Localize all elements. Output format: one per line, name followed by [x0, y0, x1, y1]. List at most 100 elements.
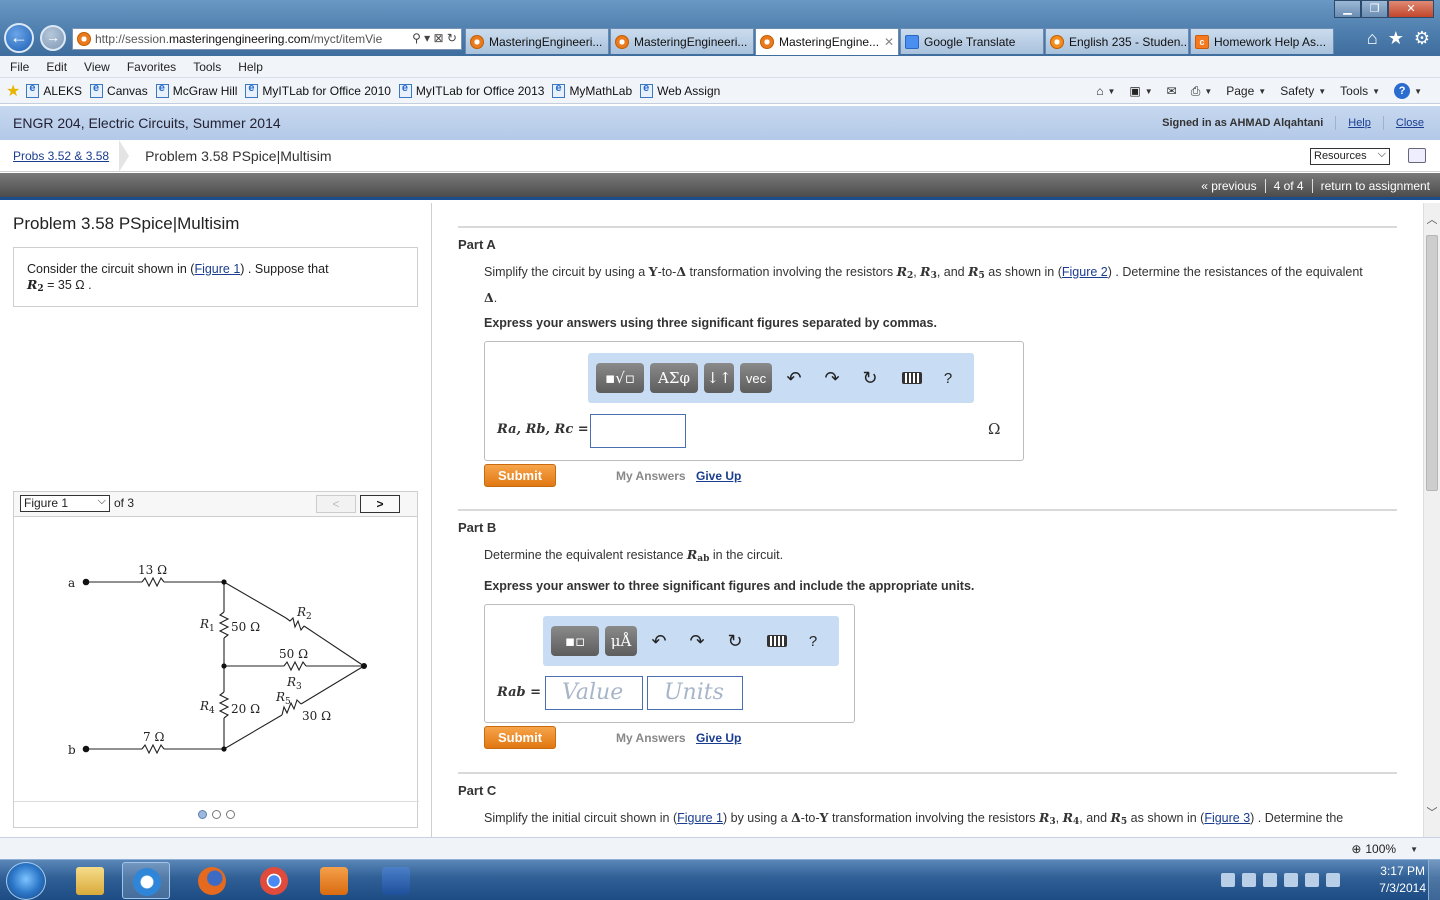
- zoom-dropdown-icon[interactable]: ▼: [1410, 845, 1418, 854]
- figure-3-link[interactable]: Figure 3: [1204, 811, 1250, 825]
- taskbar-explorer[interactable]: [66, 862, 114, 899]
- safety-menu[interactable]: Safety ▼: [1280, 84, 1326, 98]
- fav-aleks[interactable]: ALEKS: [26, 82, 82, 98]
- tray-icon-3[interactable]: [1263, 873, 1277, 887]
- menu-file[interactable]: File: [10, 60, 29, 74]
- system-clock[interactable]: 3:17 PM 7/3/2014: [1379, 863, 1426, 897]
- menu-edit[interactable]: Edit: [46, 60, 67, 74]
- menu-favorites[interactable]: Favorites: [127, 60, 176, 74]
- vertical-scrollbar[interactable]: ︿ ﹀: [1423, 203, 1440, 837]
- tab-mastering-2[interactable]: MasteringEngineeri...: [610, 28, 754, 54]
- part-a-my-answers-link[interactable]: My Answers: [616, 469, 686, 483]
- tab-google-translate[interactable]: Google Translate: [900, 28, 1044, 54]
- return-to-assignment-link[interactable]: return to assignment: [1321, 179, 1430, 193]
- undo-icon[interactable]: ↶: [643, 631, 675, 652]
- fav-webassign[interactable]: Web Assign: [640, 82, 720, 98]
- tray-icon-2[interactable]: [1242, 873, 1256, 887]
- figure-1-link[interactable]: Figure 1: [194, 262, 240, 276]
- part-b-give-up-link[interactable]: Give Up: [696, 731, 741, 745]
- close-window-icon[interactable]: ✕: [1388, 0, 1434, 18]
- restore-icon[interactable]: ❐: [1361, 0, 1388, 18]
- fav-canvas[interactable]: Canvas: [90, 82, 148, 98]
- menu-help[interactable]: Help: [238, 60, 263, 74]
- part-b-submit-button[interactable]: Submit: [484, 726, 556, 749]
- figure-dot-1[interactable]: [198, 810, 207, 819]
- part-a-submit-button[interactable]: Submit: [484, 464, 556, 487]
- feeds-icon[interactable]: ▣ ▼: [1129, 84, 1152, 98]
- figure-prev-button[interactable]: <: [316, 495, 356, 513]
- redo-icon[interactable]: ↷: [681, 631, 713, 652]
- taskbar-powershell[interactable]: [372, 862, 420, 899]
- favorites-star-icon[interactable]: ★: [6, 81, 20, 101]
- vector-button[interactable]: vec: [740, 363, 772, 393]
- keyboard-icon[interactable]: [902, 372, 922, 384]
- figure-select[interactable]: Figure 1: [20, 494, 110, 512]
- resources-dropdown[interactable]: Resources: [1310, 147, 1390, 165]
- help-link[interactable]: Help: [1348, 117, 1371, 129]
- arrows-button[interactable]: ↓↑: [704, 363, 734, 393]
- scroll-down-icon[interactable]: ﹀: [1424, 804, 1440, 821]
- zoom-control[interactable]: ⊕ 100% ▼: [1351, 842, 1418, 856]
- taskbar-firefox[interactable]: [188, 862, 236, 899]
- reset-icon[interactable]: ↻: [719, 631, 751, 652]
- toolbar-help-button[interactable]: ?: [932, 370, 964, 387]
- units-button[interactable]: μÅ: [605, 626, 637, 656]
- templates-sqrt-icon[interactable]: ▪√▫: [596, 363, 644, 393]
- show-desktop-button[interactable]: [1428, 860, 1440, 900]
- fav-myitlab-2013[interactable]: MyITLab for Office 2013: [398, 82, 544, 98]
- home-icon[interactable]: ⌂: [1367, 28, 1378, 49]
- taskbar-media-player[interactable]: [310, 862, 358, 899]
- minimize-icon[interactable]: ▁: [1334, 0, 1361, 18]
- part-b-units-input[interactable]: Units: [647, 676, 743, 710]
- forward-button[interactable]: →: [40, 25, 66, 51]
- mail-icon[interactable]: ✉: [1167, 84, 1177, 98]
- network-icon[interactable]: [1305, 873, 1319, 887]
- tab-mastering-active[interactable]: MasteringEngine... ✕: [755, 28, 899, 55]
- figure-2-link[interactable]: Figure 2: [1062, 265, 1108, 279]
- tools-menu[interactable]: Tools ▼: [1340, 84, 1380, 98]
- part-a-give-up-link[interactable]: Give Up: [696, 469, 741, 483]
- tab-close-icon[interactable]: ✕: [881, 35, 894, 49]
- print-cmd-icon[interactable]: ⎙ ▼: [1191, 84, 1213, 99]
- part-b-value-input[interactable]: Value: [545, 676, 643, 710]
- figure-next-button[interactable]: >: [360, 495, 400, 513]
- toolbar-help-button[interactable]: ?: [797, 633, 829, 650]
- fav-myitlab-2010[interactable]: MyITLab for Office 2010: [245, 82, 391, 98]
- fav-mymathlab[interactable]: MyMathLab: [552, 82, 632, 98]
- figure-dot-2[interactable]: [212, 810, 221, 819]
- tab-mastering-1[interactable]: MasteringEngineeri...: [465, 28, 609, 54]
- taskbar-internet-explorer[interactable]: [122, 862, 170, 899]
- address-bar[interactable]: http://session.masteringengineering.com/…: [72, 28, 462, 50]
- close-link[interactable]: Close: [1396, 117, 1424, 129]
- figure-dot-3[interactable]: [226, 810, 235, 819]
- start-button[interactable]: [6, 862, 46, 900]
- previous-link[interactable]: « previous: [1201, 179, 1256, 193]
- home-cmd-icon[interactable]: ⌂ ▼: [1096, 84, 1115, 98]
- volume-icon[interactable]: [1326, 873, 1340, 887]
- templates-icon[interactable]: ▪▫: [551, 626, 599, 656]
- page-menu[interactable]: Page ▼: [1226, 84, 1266, 98]
- tab-english-235[interactable]: English 235 - Studen...: [1045, 28, 1189, 54]
- keyboard-icon[interactable]: [767, 635, 787, 647]
- settings-gear-icon[interactable]: ⚙: [1414, 28, 1430, 49]
- back-button[interactable]: ←: [4, 23, 34, 53]
- menu-view[interactable]: View: [84, 60, 110, 74]
- undo-icon[interactable]: ↶: [778, 368, 810, 389]
- favorites-star-icon[interactable]: ★: [1388, 28, 1404, 49]
- part-b-my-answers-link[interactable]: My Answers: [616, 731, 686, 745]
- print-icon[interactable]: [1408, 148, 1426, 163]
- redo-icon[interactable]: ↷: [816, 368, 848, 389]
- taskbar-chrome[interactable]: [250, 862, 298, 899]
- action-center-flag-icon[interactable]: [1284, 873, 1298, 887]
- greek-symbols-button[interactable]: ΑΣφ: [650, 363, 698, 393]
- address-search-icon[interactable]: ⚲ ▾ ⊠ ↻: [408, 31, 457, 45]
- help-menu-icon[interactable]: ? ▼: [1394, 83, 1422, 99]
- reset-icon[interactable]: ↻: [854, 368, 886, 389]
- part-a-answer-input[interactable]: [590, 414, 686, 448]
- tray-icon-1[interactable]: [1221, 873, 1235, 887]
- tab-homework-help[interactable]: c Homework Help As...: [1190, 28, 1334, 54]
- figure-1-link-part-c[interactable]: Figure 1: [677, 811, 723, 825]
- breadcrumb-assignment-link[interactable]: Probs 3.52 & 3.58: [13, 149, 109, 163]
- menu-tools[interactable]: Tools: [193, 60, 221, 74]
- scroll-up-icon[interactable]: ︿: [1424, 211, 1440, 228]
